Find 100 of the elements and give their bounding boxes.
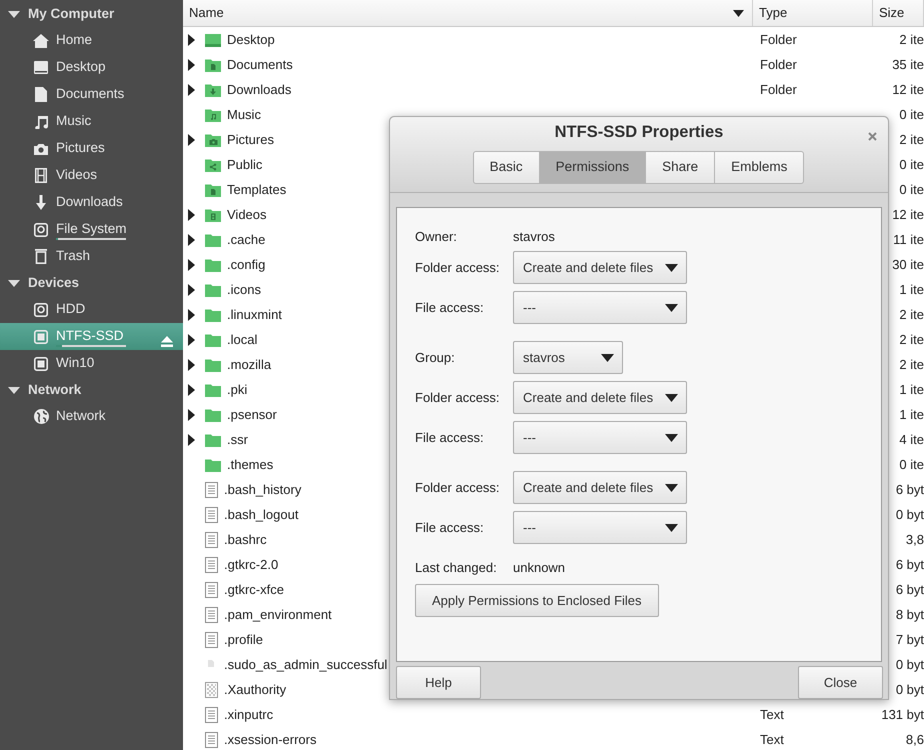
dropdown[interactable]: --- [513, 511, 687, 544]
sidebar-item[interactable]: HDD [0, 296, 183, 323]
file-size: 1 ite [899, 406, 924, 422]
field-label: Folder access: [415, 478, 501, 497]
dropdown[interactable]: Create and delete files [513, 471, 687, 504]
column-header[interactable]: Size [873, 0, 924, 26]
file-name[interactable]: .profile [224, 630, 264, 650]
dialog-button[interactable]: Close [798, 666, 883, 699]
drive-icon [34, 302, 48, 316]
sidebar-item[interactable]: File System [0, 216, 183, 243]
file-name[interactable]: .pam_environment [224, 604, 332, 624]
folder-icon [205, 58, 221, 72]
sidebar-section-header[interactable]: Network [0, 377, 183, 403]
dialog-button[interactable]: Help [396, 666, 481, 699]
file-name[interactable]: .Xauthority [224, 680, 286, 700]
eject-icon[interactable] [161, 336, 173, 347]
file-name[interactable]: Documents [227, 54, 293, 74]
drive-icon [34, 330, 48, 344]
dropdown[interactable]: Create and delete files [513, 381, 687, 414]
file-name[interactable]: .psensor [227, 404, 277, 424]
file-name[interactable]: Downloads [227, 80, 292, 100]
folder-icon [205, 458, 221, 472]
sidebar-item[interactable]: Documents [0, 81, 183, 108]
file-name[interactable]: Templates [227, 180, 286, 200]
sidebar-item[interactable]: Pictures [0, 135, 183, 162]
dropdown-arrow-icon [601, 354, 614, 362]
field-value: unknown [513, 559, 566, 578]
file-name[interactable]: Pictures [227, 130, 274, 150]
sidebar-item[interactable]: Win10 [0, 350, 183, 377]
file-name[interactable]: .local [227, 330, 258, 350]
folder-icon [205, 332, 221, 346]
sidebar-item[interactable]: Desktop [0, 54, 183, 81]
file-size: 0 ite [899, 156, 924, 172]
file-name[interactable]: .bash_logout [224, 504, 298, 524]
text-file-icon [205, 556, 218, 572]
file-size: 12 ite [892, 82, 924, 97]
sidebar-item[interactable]: Network [0, 403, 183, 430]
file-name[interactable]: .linuxmint [227, 304, 282, 324]
file-size: 0 ite [899, 456, 924, 472]
folder-icon [205, 408, 221, 422]
dropdown-arrow-icon [665, 264, 678, 272]
field-label: File access: [415, 428, 485, 447]
file-size: 6 byt [896, 582, 924, 597]
file-name[interactable]: .themes [227, 454, 274, 474]
file-size: 6 byt [896, 482, 924, 497]
home-icon [33, 34, 49, 48]
file-name[interactable]: .pki [227, 380, 248, 400]
field-value: stavros [513, 228, 555, 246]
file-size: 8 byt [896, 606, 924, 622]
column-header[interactable]: Name [183, 0, 753, 26]
folder-icon [205, 108, 221, 122]
file-name[interactable]: .bashrc [224, 530, 267, 550]
file-name[interactable]: .cache [227, 230, 266, 250]
tab[interactable]: Share [645, 151, 716, 184]
tab[interactable]: Permissions [538, 151, 646, 184]
close-icon[interactable] [868, 132, 877, 141]
camera-icon [34, 142, 48, 154]
text-file-icon [205, 506, 218, 522]
window-title: NTFS-SSD Properties [554, 122, 724, 142]
sidebar-section-header[interactable]: My Computer [0, 1, 183, 27]
dropdown[interactable]: Create and delete files [513, 251, 687, 284]
sort-icon [733, 10, 744, 16]
tab[interactable]: Basic [472, 151, 540, 184]
file-name[interactable]: .gtkrc-xfce [224, 580, 284, 600]
field-label: Last changed: [415, 559, 498, 578]
film-icon [35, 168, 47, 183]
file-name[interactable]: .gtkrc-2.0 [224, 554, 278, 574]
file-name[interactable]: .ssr [227, 430, 248, 450]
folder-icon [205, 432, 221, 446]
file-name[interactable]: Videos [227, 204, 267, 224]
file-name[interactable]: Music [227, 104, 261, 124]
file-name[interactable]: .bash_history [224, 480, 302, 500]
file-name[interactable]: .xinputrc [224, 704, 274, 724]
field-label: File access: [415, 518, 485, 537]
file-name[interactable]: .config [227, 254, 266, 274]
tab[interactable]: Emblems [714, 151, 804, 184]
file-name[interactable]: .mozilla [227, 354, 272, 374]
apply-button[interactable]: Apply Permissions to Enclosed Files [415, 584, 659, 617]
sidebar-section-header[interactable]: Devices [0, 270, 183, 296]
field-label: File access: [415, 298, 485, 317]
file-name[interactable]: .xsession-errors [224, 730, 316, 750]
sidebar-item[interactable]: Music [0, 108, 183, 135]
file-name[interactable]: Desktop [227, 30, 275, 50]
sidebar-item[interactable]: Home [0, 27, 183, 54]
file-size: 1 ite [899, 382, 924, 397]
file-name[interactable]: .sudo_as_admin_successful [224, 654, 388, 674]
sidebar-item[interactable]: Downloads [0, 189, 183, 216]
file-name[interactable]: Public [227, 154, 262, 174]
text-file-icon [205, 706, 218, 722]
file-name[interactable]: .icons [227, 280, 261, 300]
column-header[interactable]: Type [753, 0, 873, 26]
file-type: Text [760, 706, 784, 722]
file-size: 2 ite [899, 332, 924, 347]
file-type: Folder [760, 32, 797, 47]
sidebar-item[interactable]: Videos [0, 162, 183, 189]
sidebar-item[interactable]: Trash [0, 243, 183, 270]
dropdown[interactable]: --- [513, 291, 687, 324]
file-size: 0 byt [896, 656, 924, 672]
dropdown[interactable]: stavros [513, 341, 623, 374]
dropdown[interactable]: --- [513, 421, 687, 454]
